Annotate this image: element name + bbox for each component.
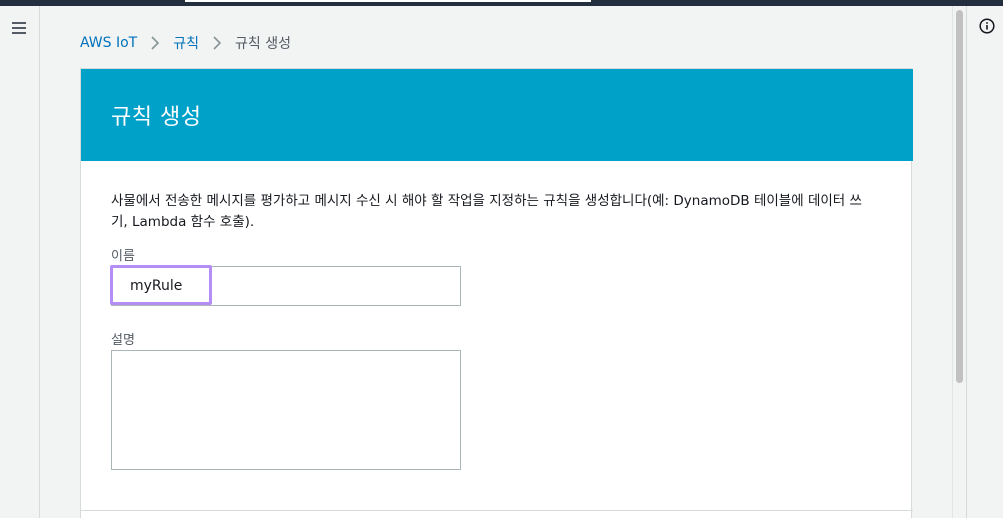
right-help-rail xyxy=(966,6,1003,518)
chevron-right-icon xyxy=(209,35,225,51)
breadcrumb-rules-link[interactable]: 규칙 xyxy=(173,33,199,53)
card-header: 규칙 생성 xyxy=(81,69,913,161)
breadcrumb-current: 규칙 생성 xyxy=(235,36,291,52)
main-content: AWS IoT 규칙 규칙 생성 규칙 생성 사물에서 전송한 메시지를 평가하… xyxy=(41,6,952,518)
rule-description-textarea[interactable] xyxy=(111,350,461,470)
breadcrumb-aws-iot-link[interactable]: AWS IoT xyxy=(80,35,137,51)
create-rule-card: 규칙 생성 사물에서 전송한 메시지를 평가하고 메시지 수신 시 해야 할 작… xyxy=(80,68,913,518)
rule-description-text: 사물에서 전송한 메시지를 평가하고 메시지 수신 시 해야 할 작업을 지정하… xyxy=(111,193,862,230)
info-icon[interactable] xyxy=(979,18,995,34)
card-divider xyxy=(81,510,913,511)
breadcrumb: AWS IoT 규칙 규칙 생성 xyxy=(80,34,291,52)
name-field-label: 이름 xyxy=(111,249,135,264)
chevron-right-icon xyxy=(147,35,163,51)
left-navigation-rail xyxy=(0,6,40,518)
rule-name-input[interactable] xyxy=(112,267,460,305)
name-field-container xyxy=(110,265,461,306)
hamburger-menu-icon[interactable] xyxy=(12,22,26,34)
page-title: 규칙 생성 xyxy=(111,105,202,130)
scrollbar-thumb[interactable] xyxy=(956,10,963,383)
search-bar-edge[interactable] xyxy=(185,0,591,2)
description-field-label: 설명 xyxy=(111,333,135,348)
